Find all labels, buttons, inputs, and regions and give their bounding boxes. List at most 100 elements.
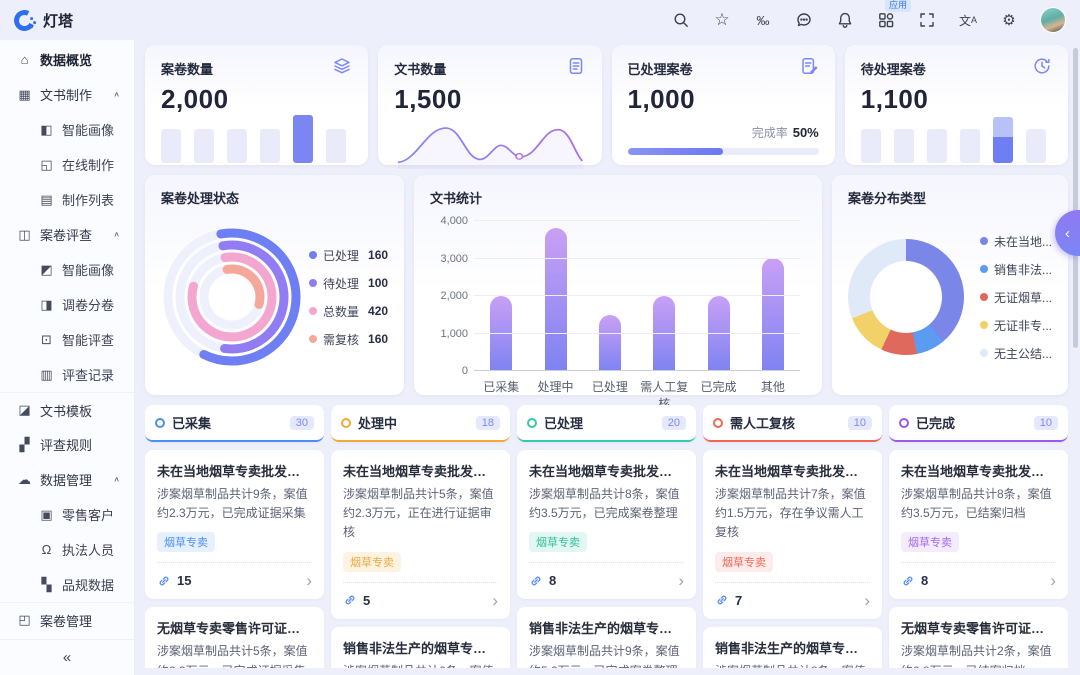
- promille-icon[interactable]: ‰: [753, 10, 773, 30]
- sidebar-item-case-manage[interactable]: ◰案卷管理: [0, 602, 134, 637]
- sidebar-item-data-manage[interactable]: ☁数据管理∧: [0, 462, 134, 497]
- star-icon[interactable]: ☆: [712, 10, 732, 30]
- sidebar-item-smart-review[interactable]: ⊡智能评查: [0, 322, 134, 357]
- clock-icon: [1032, 56, 1052, 81]
- chevron-right-icon[interactable]: ›: [678, 572, 684, 589]
- bar: [762, 258, 784, 371]
- translate-icon[interactable]: 文A: [958, 10, 978, 30]
- layers-icon: [332, 56, 352, 81]
- legend-label: 已处理: [323, 247, 359, 264]
- count-badge: 30: [290, 416, 314, 430]
- kanban-column-header[interactable]: 已采集 30: [145, 405, 324, 442]
- home-icon: ⌂: [17, 52, 32, 67]
- legend-dot: [309, 279, 317, 287]
- sidebar-item-make-list[interactable]: ▤制作列表: [0, 182, 134, 217]
- legend-dot: [980, 349, 988, 357]
- kanban-column-header[interactable]: 需人工复核 10: [703, 405, 882, 442]
- legend-value: 420: [368, 304, 388, 318]
- apps-tooltip: 应用: [885, 0, 911, 12]
- case-desc: 涉案烟草制品共计5条，案值约2.3万元，已完成证据采集: [157, 642, 312, 668]
- mini-bar-chart: [161, 115, 352, 163]
- stat-card-processed: 已处理案卷 1,000 完成率50%: [612, 45, 835, 165]
- mini-bar: [960, 129, 980, 163]
- legend-label: 待处理: [323, 275, 359, 292]
- data-manage-icon: ☁: [17, 472, 32, 488]
- case-title: 销售非法生产的烟草专卖品: [343, 638, 498, 657]
- mini-bar: [894, 129, 914, 163]
- bell-icon[interactable]: [835, 10, 855, 30]
- case-card[interactable]: 未在当地烟草专卖批发企业... 涉案烟草制品共计8条，案值约3.5万元，已完成案…: [517, 450, 696, 599]
- case-card[interactable]: 销售非法生产的烟草专卖品 涉案烟草制品共计8条，案值约3.9万元，存在争议需人工…: [703, 627, 882, 668]
- legend-item: 待处理 100: [309, 275, 388, 292]
- chevron-right-icon[interactable]: ›: [1050, 572, 1056, 589]
- mini-bar: [1026, 129, 1046, 163]
- sidebar-item-sku-data[interactable]: ▚品规数据: [0, 567, 134, 602]
- bar: [599, 315, 621, 371]
- review-rules-icon: ▞: [17, 437, 32, 453]
- scrollbar-thumb[interactable]: [1073, 48, 1078, 348]
- fullscreen-icon[interactable]: [917, 10, 937, 30]
- case-card[interactable]: 无烟草专卖零售许可证经营... 涉案烟草制品共计5条，案值约2.3万元，已完成证…: [145, 607, 324, 668]
- kanban-column-header[interactable]: 已处理 20: [517, 405, 696, 442]
- sidebar-item-data-overview[interactable]: ⌂数据概览: [0, 42, 134, 77]
- case-card[interactable]: 未在当地烟草专卖批发企业... 涉案烟草制品共计9条，案值约2.3万元，已完成证…: [145, 450, 324, 599]
- mini-bar: [260, 129, 280, 163]
- category-tag: 烟草专卖: [529, 532, 587, 552]
- kanban-column-header[interactable]: 处理中 18: [331, 405, 510, 442]
- chevron-right-icon[interactable]: ›: [306, 572, 312, 589]
- case-desc: 涉案烟草制品共计6条，案值约11万元，正在开展案件定性研讨: [343, 662, 498, 668]
- case-title: 未在当地烟草专卖批发企业...: [343, 461, 498, 480]
- case-card[interactable]: 未在当地烟草专卖批发企业... 涉案烟草制品共计5条，案值约2.3万元，正在进行…: [331, 450, 510, 619]
- chevron-right-icon[interactable]: ›: [492, 592, 498, 609]
- case-title: 无烟草专卖零售许可证经营...: [157, 618, 312, 637]
- category-tag: 烟草专卖: [343, 552, 401, 572]
- sidebar-item-review-record[interactable]: ▥评查记录: [0, 357, 134, 392]
- sidebar-item-retail-customer[interactable]: ▣零售客户: [0, 497, 134, 532]
- legend-dot: [980, 293, 988, 301]
- user-avatar[interactable]: [1040, 7, 1066, 33]
- chat-icon[interactable]: [794, 10, 814, 30]
- sidebar-item-case-review[interactable]: ◫案卷评查∧: [0, 217, 134, 252]
- legend-value: 100: [368, 276, 388, 290]
- apps-icon[interactable]: 应用: [876, 10, 896, 30]
- search-icon[interactable]: [671, 10, 691, 30]
- case-card[interactable]: 销售非法生产的烟草专卖品 涉案烟草制品共计6条，案值约11万元，正在开展案件定性…: [331, 627, 510, 668]
- kanban-board: 已采集 30 未在当地烟草专卖批发企业... 涉案烟草制品共计9条，案值约2.3…: [145, 405, 1068, 668]
- sidebar-item-review-rules[interactable]: ▞评查规则: [0, 427, 134, 462]
- stat-card-case-count: 案卷数量 2,000: [145, 45, 368, 165]
- app-logo[interactable]: 灯塔: [14, 10, 73, 31]
- review-record-icon: ▥: [39, 367, 54, 383]
- sidebar-item-split-volume[interactable]: ◨调卷分卷: [0, 287, 134, 322]
- sidebar-item-smart-portrait[interactable]: ◧智能画像: [0, 112, 134, 147]
- kanban-column-header[interactable]: 已完成 10: [889, 405, 1068, 442]
- case-card[interactable]: 无烟草专卖零售许可证经营... 涉案烟草制品共计2条，案值约0.8万元，已结案归…: [889, 607, 1068, 668]
- sidebar-item-doc-make[interactable]: ▦文书制作∧: [0, 77, 134, 112]
- case-card[interactable]: 销售非法生产的烟草专卖品 涉案烟草制品共计9条，案值约5.2万元，已完成案卷整理…: [517, 607, 696, 668]
- case-desc: 涉案烟草制品共计9条，案值约5.2万元，已完成案卷整理: [529, 642, 684, 668]
- sidebar-item-smart-portrait-2[interactable]: ◩智能画像: [0, 252, 134, 287]
- case-card[interactable]: 未在当地烟草专卖批发企业... 涉案烟草制品共计7条，案值约1.5万元，存在争议…: [703, 450, 882, 619]
- case-desc: 涉案烟草制品共计8条，案值约3.5万元，已完成案卷整理: [529, 485, 684, 523]
- case-card[interactable]: 未在当地烟草专卖批发企业... 涉案烟草制品共计8条，案值约3.5万元，已结案归…: [889, 450, 1068, 599]
- link-icon: [157, 574, 171, 588]
- chevron-right-icon[interactable]: ›: [864, 592, 870, 609]
- settings-gear-icon[interactable]: ⚙: [999, 10, 1019, 30]
- status-circle-icon: [155, 418, 165, 428]
- sidebar-item-doc-template[interactable]: ◪文书模板: [0, 392, 134, 427]
- chevron-up-icon: ∧: [113, 90, 120, 99]
- sidebar-menu: ⌂数据概览 ▦文书制作∧ ◧智能画像 ◱在线制作 ▤制作列表 ◫案卷评查∧ ◩智…: [0, 40, 134, 639]
- legend-label: 未在当地...: [994, 233, 1052, 250]
- mini-bar: [861, 129, 881, 163]
- header-actions: ☆ ‰ 应用 文A ⚙: [671, 7, 1066, 33]
- sidebar-collapse-button[interactable]: «: [0, 639, 134, 675]
- bar: [653, 296, 675, 371]
- attachment-count: 5: [363, 593, 370, 608]
- doc-template-icon: ◪: [17, 402, 32, 418]
- stat-value: 1,000: [628, 84, 819, 115]
- progress-percent: 50%: [793, 125, 819, 140]
- case-review-icon: ◫: [17, 227, 32, 243]
- sidebar-item-online-make[interactable]: ◱在线制作: [0, 147, 134, 182]
- sidebar-item-officer[interactable]: Ω执法人员: [0, 532, 134, 567]
- case-desc: 涉案烟草制品共计7条，案值约1.5万元，存在争议需人工复核: [715, 485, 870, 543]
- case-title: 未在当地烟草专卖批发企业...: [529, 461, 684, 480]
